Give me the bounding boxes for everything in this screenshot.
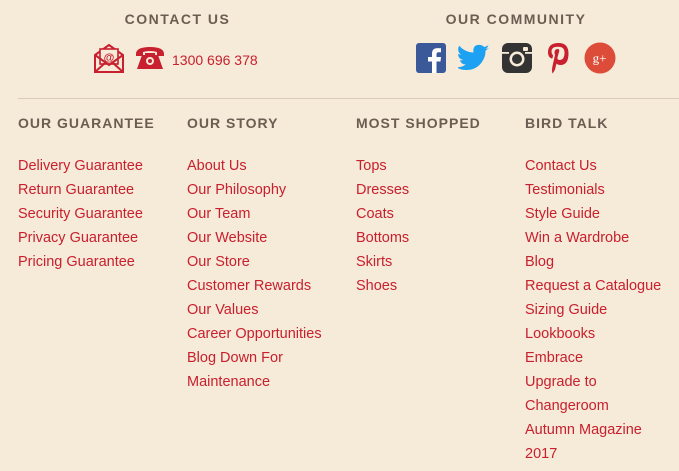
instagram-icon[interactable] bbox=[502, 42, 532, 78]
link-blog-down-for-maintenance[interactable]: Blog Down For Maintenance bbox=[187, 346, 337, 394]
link-pricing-guarantee[interactable]: Pricing Guarantee bbox=[18, 250, 183, 274]
footer-top: CONTACT US @ 1300 696 378 OUR COMMUNITY … bbox=[0, 0, 679, 98]
social-icons: g+ bbox=[416, 42, 616, 79]
column-most-shopped: MOST SHOPPED Tops Dresses Coats Bottoms … bbox=[356, 113, 521, 298]
contact-row: @ 1300 696 378 bbox=[92, 42, 265, 79]
phone-number-link[interactable]: 1300 696 378 bbox=[172, 52, 258, 68]
link-our-store[interactable]: Our Store bbox=[187, 250, 352, 274]
link-embrace[interactable]: Embrace bbox=[525, 346, 679, 370]
link-bottoms[interactable]: Bottoms bbox=[356, 226, 521, 250]
link-delivery-guarantee[interactable]: Delivery Guarantee bbox=[18, 154, 183, 178]
column-heading: MOST SHOPPED bbox=[356, 115, 481, 131]
link-lookbooks[interactable]: Lookbooks bbox=[525, 322, 679, 346]
facebook-icon[interactable] bbox=[416, 42, 446, 78]
link-upgrade-to-changeroom[interactable]: Upgrade to Changeroom bbox=[525, 370, 675, 418]
link-autumn-magazine-2017[interactable]: Autumn Magazine 2017 bbox=[525, 418, 675, 466]
link-win-a-wardrobe[interactable]: Win a Wardrobe bbox=[525, 226, 679, 250]
pinterest-icon[interactable] bbox=[544, 42, 572, 79]
link-our-values[interactable]: Our Values bbox=[187, 298, 352, 322]
contact-heading: CONTACT US bbox=[124, 11, 231, 27]
twitter-icon[interactable] bbox=[456, 44, 490, 77]
link-list: Tops Dresses Coats Bottoms Skirts Shoes bbox=[356, 154, 521, 298]
link-style-guide[interactable]: Style Guide bbox=[525, 202, 679, 226]
link-privacy-guarantee[interactable]: Privacy Guarantee bbox=[18, 226, 183, 250]
link-list: Contact Us Testimonials Style Guide Win … bbox=[525, 154, 679, 466]
column-our-guarantee: OUR GUARANTEE Delivery Guarantee Return … bbox=[18, 113, 183, 274]
link-request-a-catalogue[interactable]: Request a Catalogue bbox=[525, 274, 679, 298]
community-heading: OUR COMMUNITY bbox=[445, 11, 587, 27]
column-heading: OUR GUARANTEE bbox=[18, 115, 155, 131]
link-return-guarantee[interactable]: Return Guarantee bbox=[18, 178, 183, 202]
column-our-story: OUR STORY About Us Our Philosophy Our Te… bbox=[187, 113, 352, 394]
footer: CONTACT US @ 1300 696 378 OUR COMMUNITY … bbox=[0, 0, 679, 471]
community-section: OUR COMMUNITY g+ bbox=[416, 11, 616, 76]
link-shoes[interactable]: Shoes bbox=[356, 274, 521, 298]
link-blog[interactable]: Blog bbox=[525, 250, 679, 274]
link-our-philosophy[interactable]: Our Philosophy bbox=[187, 178, 352, 202]
link-security-guarantee[interactable]: Security Guarantee bbox=[18, 202, 183, 226]
link-coats[interactable]: Coats bbox=[356, 202, 521, 226]
svg-text:g+: g+ bbox=[593, 50, 607, 65]
link-dresses[interactable]: Dresses bbox=[356, 178, 521, 202]
link-tops[interactable]: Tops bbox=[356, 154, 521, 178]
divider bbox=[18, 98, 679, 99]
link-customer-rewards[interactable]: Customer Rewards bbox=[187, 274, 352, 298]
link-sizing-guide[interactable]: Sizing Guide bbox=[525, 298, 679, 322]
link-our-team[interactable]: Our Team bbox=[187, 202, 352, 226]
link-list: Delivery Guarantee Return Guarantee Secu… bbox=[18, 154, 183, 274]
google-plus-icon[interactable]: g+ bbox=[584, 42, 616, 79]
link-list: About Us Our Philosophy Our Team Our Web… bbox=[187, 154, 352, 394]
link-skirts[interactable]: Skirts bbox=[356, 250, 521, 274]
link-career-opportunities[interactable]: Career Opportunities bbox=[187, 322, 352, 346]
link-contact-us[interactable]: Contact Us bbox=[525, 154, 679, 178]
link-our-website[interactable]: Our Website bbox=[187, 226, 352, 250]
contact-section: CONTACT US @ 1300 696 378 bbox=[90, 11, 265, 76]
link-testimonials[interactable]: Testimonials bbox=[525, 178, 679, 202]
phone-icon[interactable] bbox=[134, 44, 166, 77]
column-heading: BIRD TALK bbox=[525, 115, 609, 131]
link-about-us[interactable]: About Us bbox=[187, 154, 352, 178]
column-bird-talk: BIRD TALK Contact Us Testimonials Style … bbox=[525, 113, 679, 466]
email-icon[interactable]: @ bbox=[92, 42, 126, 79]
column-heading: OUR STORY bbox=[187, 115, 279, 131]
